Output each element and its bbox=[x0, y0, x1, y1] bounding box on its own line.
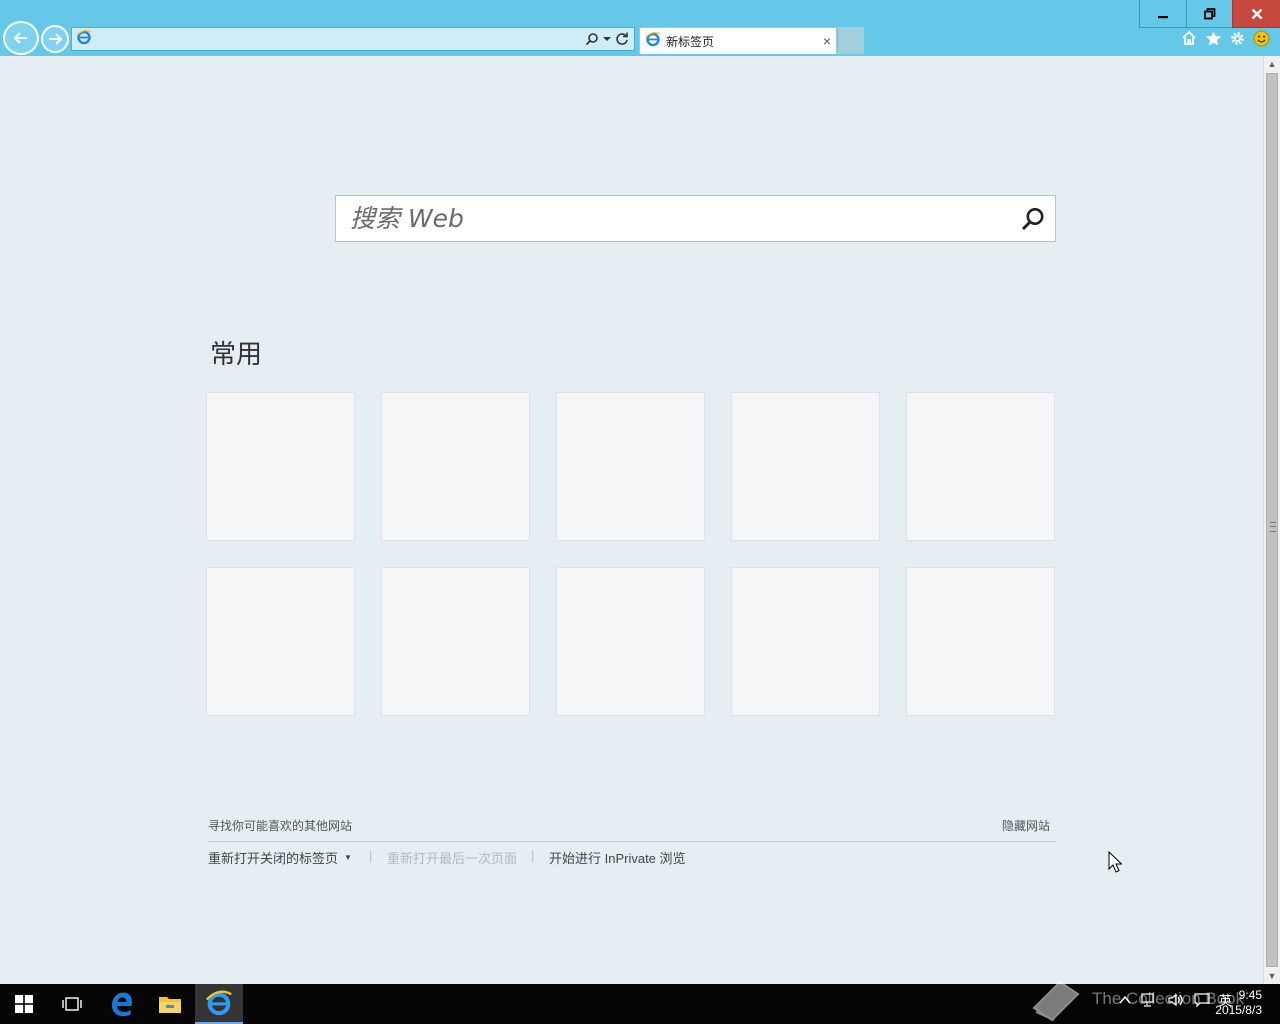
new-tab-button[interactable] bbox=[838, 27, 864, 54]
tab-close-button[interactable]: × bbox=[818, 33, 836, 49]
arrow-left-icon bbox=[13, 32, 27, 44]
dropdown-arrow-icon[interactable] bbox=[603, 36, 611, 42]
watermark-text: The Collection Book bbox=[1092, 989, 1245, 1008]
minimize-icon bbox=[1158, 15, 1168, 18]
hide-sites-link[interactable]: 隐藏网站 bbox=[1002, 817, 1050, 834]
gear-icon[interactable] bbox=[1228, 29, 1246, 47]
home-icon[interactable] bbox=[1180, 29, 1198, 47]
footer-divider bbox=[207, 841, 1056, 842]
frequent-site-tile[interactable] bbox=[381, 392, 530, 541]
reopen-closed-tabs-label: 重新打开关闭的标签页 bbox=[208, 851, 339, 866]
close-button[interactable] bbox=[1232, 0, 1280, 28]
tab-new-tab[interactable]: 新标签页 × bbox=[639, 27, 837, 54]
restore-icon bbox=[1203, 7, 1215, 19]
scrollbar-grip-icon bbox=[1270, 522, 1276, 532]
frequent-site-tile[interactable] bbox=[206, 567, 355, 716]
internet-explorer-icon bbox=[205, 990, 232, 1016]
reopen-last-session-link: 重新打开最后一次页面 bbox=[387, 851, 518, 866]
refresh-icon[interactable] bbox=[615, 32, 629, 46]
reopen-closed-tabs-link[interactable]: 重新打开关闭的标签页 ▼ bbox=[208, 848, 352, 867]
web-search-input[interactable] bbox=[336, 196, 1011, 241]
minimize-button[interactable] bbox=[1139, 0, 1186, 28]
frequent-site-tile[interactable] bbox=[381, 567, 530, 716]
find-more-sites-link[interactable]: 寻找你可能喜欢的其他网站 bbox=[208, 817, 352, 834]
close-icon bbox=[1251, 8, 1262, 19]
footer-separator: | bbox=[531, 848, 535, 863]
taskbar-edge[interactable] bbox=[98, 984, 146, 1024]
feedback-smiley-icon[interactable] bbox=[1252, 29, 1270, 47]
ie-page-icon bbox=[76, 29, 92, 50]
edge-icon bbox=[112, 992, 132, 1017]
mouse-pointer-icon bbox=[1108, 850, 1123, 878]
taskbar: 英 9:45 2015/8/3 bbox=[0, 984, 1280, 1024]
arrow-right-icon bbox=[49, 33, 63, 45]
scroll-down-arrow-icon[interactable]: ▼ bbox=[1264, 968, 1280, 984]
frequent-site-tile[interactable] bbox=[556, 567, 705, 716]
ie-tab-icon bbox=[645, 31, 661, 52]
address-input[interactable] bbox=[92, 29, 585, 49]
start-button[interactable] bbox=[0, 984, 48, 1024]
tab-label: 新标签页 bbox=[666, 34, 715, 49]
browser-toolbar: 新标签页 × bbox=[0, 0, 1280, 56]
frequent-site-tile[interactable] bbox=[206, 392, 355, 541]
windows-logo-icon bbox=[15, 995, 33, 1013]
forward-button[interactable] bbox=[41, 25, 69, 53]
back-button[interactable] bbox=[3, 21, 39, 55]
vertical-scrollbar[interactable]: ▲ ▼ bbox=[1263, 56, 1280, 984]
search-icon[interactable] bbox=[585, 32, 599, 46]
footer-separator: | bbox=[369, 848, 373, 863]
caret-down-icon: ▼ bbox=[344, 853, 352, 862]
task-view-button[interactable] bbox=[48, 984, 96, 1024]
folder-icon bbox=[159, 997, 181, 1013]
start-inprivate-link[interactable]: 开始进行 InPrivate 浏览 bbox=[549, 848, 686, 867]
address-bar[interactable] bbox=[71, 27, 635, 51]
restore-button[interactable] bbox=[1186, 0, 1232, 28]
frequent-site-tile[interactable] bbox=[906, 567, 1055, 716]
search-icon[interactable] bbox=[1011, 197, 1055, 241]
favorites-star-icon[interactable] bbox=[1204, 29, 1222, 47]
scrollbar-thumb[interactable] bbox=[1266, 73, 1278, 967]
scroll-up-arrow-icon[interactable]: ▲ bbox=[1264, 56, 1280, 72]
frequent-site-tile[interactable] bbox=[906, 392, 1055, 541]
book-watermark-icon bbox=[1030, 978, 1082, 1022]
web-search-box[interactable] bbox=[335, 195, 1056, 242]
taskbar-internet-explorer[interactable] bbox=[195, 984, 243, 1024]
frequent-site-tile[interactable] bbox=[556, 392, 705, 541]
task-view-icon bbox=[62, 997, 82, 1011]
frequent-site-tile[interactable] bbox=[731, 392, 880, 541]
taskbar-file-explorer[interactable] bbox=[146, 984, 194, 1024]
frequent-site-tile[interactable] bbox=[731, 567, 880, 716]
frequent-sites-title: 常用 bbox=[210, 340, 263, 370]
